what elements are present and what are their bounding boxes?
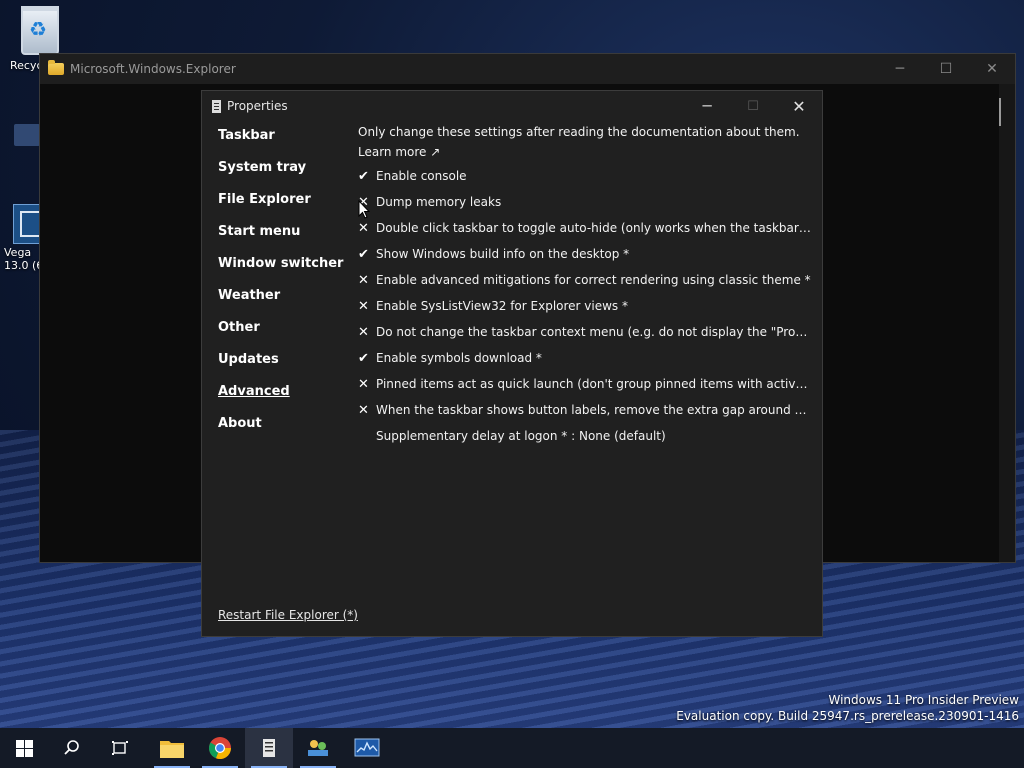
nav-updates-label: Updates xyxy=(218,352,279,367)
cross-icon: ✕ xyxy=(358,272,369,288)
properties-titlebar[interactable]: Properties ─ ☐ ✕ xyxy=(202,91,822,121)
folder-icon xyxy=(160,741,184,758)
option-label: Enable symbols download * xyxy=(376,351,542,365)
windows-logo-icon xyxy=(15,739,33,757)
explorer-scroll-thumb[interactable] xyxy=(999,98,1001,126)
performance-monitor-icon xyxy=(354,738,380,757)
nav-system-tray[interactable]: System tray xyxy=(218,159,348,191)
network-app-taskbar-button[interactable] xyxy=(294,728,342,768)
option-label: Enable advanced mitigations for correct … xyxy=(376,273,811,287)
option-double-click-autohide[interactable]: ✕ Double click taskbar to toggle auto-hid… xyxy=(358,215,812,241)
file-explorer-taskbar-button[interactable] xyxy=(148,728,196,768)
option-syslistview32[interactable]: ✕ Enable SysListView32 for Explorer views… xyxy=(358,293,812,319)
option-label: Supplementary delay at logon * : None (d… xyxy=(376,429,666,443)
option-enable-console[interactable]: ✔ Enable console xyxy=(358,163,812,189)
desktop-shortcut-icon[interactable] xyxy=(14,124,40,146)
advanced-settings-panel: Only change these settings after reading… xyxy=(358,125,812,449)
chrome-icon xyxy=(208,737,232,760)
nav-about-label: About xyxy=(218,416,262,431)
watermark-line1: Windows 11 Pro Insider Preview xyxy=(828,693,1019,707)
option-pinned-quick-launch[interactable]: ✕ Pinned items act as quick launch (don't… xyxy=(358,371,812,397)
watermark-line2: Evaluation copy. Build 25947.rs_prerelea… xyxy=(676,709,1019,723)
nav-about[interactable]: About xyxy=(218,415,348,447)
option-logon-delay[interactable]: Supplementary delay at logon * : None (d… xyxy=(358,423,812,449)
properties-title: Properties xyxy=(227,99,288,113)
check-icon: ✔ xyxy=(358,168,369,184)
nav-weather-label: Weather xyxy=(218,288,281,303)
nav-weather[interactable]: Weather xyxy=(218,287,348,319)
mouse-cursor-icon xyxy=(358,200,370,219)
properties-minimize-button[interactable]: ─ xyxy=(684,91,730,121)
options-list: ✔ Enable console ✕ Dump memory leaks ✕ Doub… xyxy=(358,163,812,449)
nav-taskbar-label: Taskbar xyxy=(218,128,275,143)
intro-text: Only change these settings after reading… xyxy=(358,125,800,139)
option-label: Do not change the taskbar context menu (… xyxy=(376,325,812,339)
nav-file-explorer-label: File Explorer xyxy=(218,192,311,207)
recycle-bin-icon xyxy=(21,6,59,55)
cross-icon: ✕ xyxy=(358,298,369,314)
option-label: Enable console xyxy=(376,169,467,183)
build-watermark: Windows 11 Pro Insider Preview Evaluatio… xyxy=(676,692,1019,724)
task-view-button[interactable] xyxy=(96,728,144,768)
nav-advanced-label: Advanced xyxy=(218,384,290,399)
properties-app-icon xyxy=(212,99,221,113)
close-button[interactable]: ✕ xyxy=(969,54,1015,84)
nav-updates[interactable]: Updates xyxy=(218,351,348,383)
nav-other-label: Other xyxy=(218,320,260,335)
nav-advanced[interactable]: Advanced xyxy=(218,383,348,415)
option-label: Double click taskbar to toggle auto-hide… xyxy=(376,221,812,235)
nav-window-switcher-label: Window switcher xyxy=(218,256,344,271)
maximize-button[interactable]: ☐ xyxy=(923,54,969,84)
option-remove-extra-gap[interactable]: ✕ When the taskbar shows button labels, r… xyxy=(358,397,812,423)
option-symbols-download[interactable]: ✔ Enable symbols download * xyxy=(358,345,812,371)
nav-start-menu[interactable]: Start menu xyxy=(218,223,348,255)
nav-taskbar[interactable]: Taskbar xyxy=(218,127,348,159)
cross-icon: ✕ xyxy=(358,220,369,236)
search-icon xyxy=(64,740,79,755)
option-show-build-info[interactable]: ✔ Show Windows build info on the desktop … xyxy=(358,241,812,267)
properties-nav: Taskbar System tray File Explorer Start … xyxy=(218,127,348,447)
option-label: When the taskbar shows button labels, re… xyxy=(376,403,812,417)
restart-explorer-link[interactable]: Restart File Explorer (*) xyxy=(218,608,358,622)
monitor-app-taskbar-button[interactable] xyxy=(343,728,391,768)
nav-window-switcher[interactable]: Window switcher xyxy=(218,255,348,287)
option-label: Enable SysListView32 for Explorer views … xyxy=(376,299,628,313)
network-app-icon xyxy=(308,740,328,756)
cross-icon: ✕ xyxy=(358,324,369,340)
explorer-scroll-track[interactable] xyxy=(999,84,1015,562)
option-label: Pinned items act as quick launch (don't … xyxy=(376,377,812,391)
explorer-titlebar[interactable]: Microsoft.Windows.Explorer xyxy=(40,54,1015,84)
properties-dialog: Properties ─ ☐ ✕ Taskbar System tray Fil… xyxy=(201,90,823,637)
properties-maximize-button: ☐ xyxy=(747,98,759,114)
learn-more-link[interactable]: Learn more ↗ xyxy=(358,145,812,159)
properties-app-icon xyxy=(263,739,275,757)
properties-taskbar-button[interactable] xyxy=(245,728,293,768)
option-label: Dump memory leaks xyxy=(376,195,502,209)
task-view-icon xyxy=(112,741,128,755)
minimize-button[interactable]: ─ xyxy=(877,54,923,84)
folder-icon xyxy=(48,60,64,75)
start-button[interactable] xyxy=(0,728,48,768)
nav-file-explorer[interactable]: File Explorer xyxy=(218,191,348,223)
taskbar xyxy=(0,728,1024,768)
nav-system-tray-label: System tray xyxy=(218,160,307,175)
check-icon: ✔ xyxy=(358,350,369,366)
option-taskbar-context-menu[interactable]: ✕ Do not change the taskbar context menu … xyxy=(358,319,812,345)
option-advanced-mitigations[interactable]: ✕ Enable advanced mitigations for correct… xyxy=(358,267,812,293)
explorer-title: Microsoft.Windows.Explorer xyxy=(70,62,236,76)
option-label: Show Windows build info on the desktop * xyxy=(376,247,630,261)
properties-close-button[interactable]: ✕ xyxy=(776,91,822,121)
chrome-taskbar-button[interactable] xyxy=(196,728,244,768)
check-icon: ✔ xyxy=(358,246,369,262)
nav-start-menu-label: Start menu xyxy=(218,224,301,239)
nav-other[interactable]: Other xyxy=(218,319,348,351)
cross-icon: ✕ xyxy=(358,376,369,392)
search-button[interactable] xyxy=(48,728,96,768)
cross-icon: ✕ xyxy=(358,402,369,418)
option-dump-memory-leaks[interactable]: ✕ Dump memory leaks xyxy=(358,189,812,215)
